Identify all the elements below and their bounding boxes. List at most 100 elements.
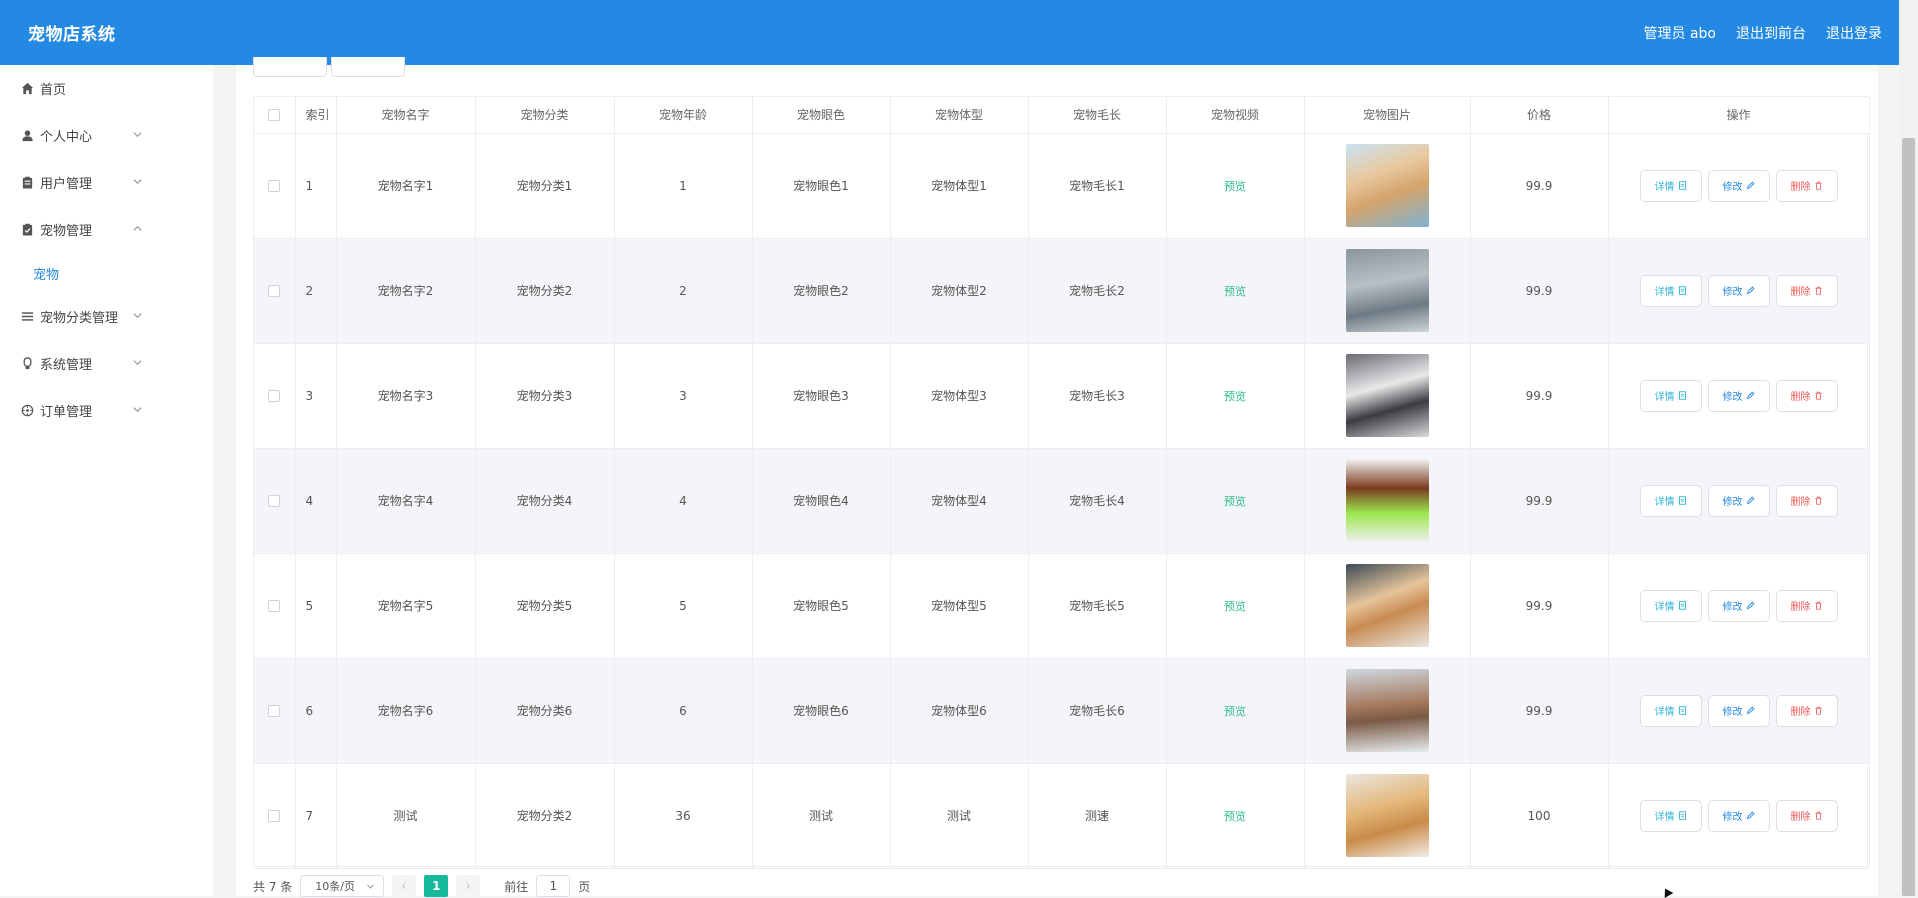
edit-button[interactable]: 修改 — [1707, 694, 1770, 727]
row-checkbox[interactable] — [268, 810, 281, 822]
sidebar-item-orders[interactable]: 订单管理 — [0, 387, 213, 434]
sidebar-item-system[interactable]: 系统管理 — [0, 340, 213, 387]
cell-name: 宠物名字4 — [336, 448, 476, 554]
video-preview-link[interactable]: 预览 — [1224, 600, 1246, 613]
detail-button[interactable]: 详情 — [1639, 379, 1702, 412]
cat-figurine-image[interactable] — [1345, 144, 1429, 227]
row-select-cell[interactable] — [254, 238, 296, 344]
detail-button[interactable]: 详情 — [1639, 169, 1702, 202]
cell-age: 4 — [614, 448, 753, 554]
page-number-current[interactable]: 1 — [424, 875, 449, 897]
edit-button[interactable]: 修改 — [1707, 484, 1770, 517]
edit-button-label: 修改 — [1722, 287, 1743, 298]
select-all-checkbox[interactable] — [268, 109, 281, 122]
cell-price: 99.9 — [1470, 553, 1609, 659]
video-preview-link[interactable]: 预览 — [1224, 180, 1246, 193]
toolbar-button-partial-1[interactable] — [253, 57, 327, 77]
toolbar-button-partial-2[interactable] — [331, 57, 405, 77]
sidebar-item-pets[interactable]: 宠物管理 — [0, 206, 213, 253]
pagination: 共 7 条 10条/页 1 前往 1 页 — [253, 875, 590, 897]
prev-page-button[interactable] — [392, 875, 417, 897]
column-header-video: 宠物视频 — [1166, 97, 1305, 134]
cell-age: 2 — [614, 238, 753, 344]
cell-name: 宠物名字2 — [336, 238, 476, 344]
tag-icon — [20, 357, 34, 371]
goto-page-input[interactable]: 1 — [536, 875, 571, 897]
sidebar-item-label: 个人中心 — [40, 130, 93, 145]
delete-button[interactable]: 删除 — [1775, 169, 1838, 202]
column-header-image: 宠物图片 — [1304, 97, 1471, 134]
delete-button[interactable]: 删除 — [1775, 379, 1838, 412]
row-select-cell[interactable] — [254, 343, 296, 449]
clipboard-icon — [20, 176, 34, 190]
row-select-cell[interactable] — [254, 763, 296, 869]
row-select-cell[interactable] — [254, 448, 296, 554]
back-to-front-link[interactable]: 退出到前台 — [1736, 23, 1806, 43]
cell-name: 测试 — [336, 763, 476, 869]
video-preview-link[interactable]: 预览 — [1224, 495, 1246, 508]
two-cats-image[interactable] — [1345, 564, 1429, 647]
husky-image[interactable] — [1345, 354, 1429, 437]
delete-button[interactable]: 删除 — [1775, 799, 1838, 832]
page-size-select[interactable]: 10条/页 — [300, 875, 385, 897]
detail-button[interactable]: 详情 — [1639, 274, 1702, 307]
sidebar-item-personal[interactable]: 个人中心 — [0, 112, 213, 159]
page-scrollbar-thumb[interactable] — [1902, 138, 1915, 896]
logout-link[interactable]: 退出登录 — [1826, 23, 1882, 43]
detail-button[interactable]: 详情 — [1639, 589, 1702, 622]
row-checkbox[interactable] — [268, 600, 281, 612]
row-checkbox[interactable] — [268, 705, 281, 717]
row-checkbox[interactable] — [268, 390, 281, 402]
delete-button[interactable]: 删除 — [1775, 694, 1838, 727]
user-icon — [20, 129, 34, 143]
sidebar-item-pet-category[interactable]: 宠物分类管理 — [0, 293, 213, 340]
cell-eye: 宠物眼色4 — [752, 448, 891, 554]
edit-button[interactable]: 修改 — [1707, 799, 1770, 832]
cell-image — [1304, 553, 1471, 659]
cell-index: 3 — [295, 343, 337, 449]
video-preview-link[interactable]: 预览 — [1224, 810, 1246, 823]
row-select-cell[interactable] — [254, 133, 296, 239]
video-preview-link[interactable]: 预览 — [1224, 285, 1246, 298]
delete-button[interactable]: 删除 — [1775, 589, 1838, 622]
user-label[interactable]: 管理员 abo — [1644, 23, 1716, 43]
poodle-image[interactable] — [1345, 459, 1429, 542]
delete-button[interactable]: 删除 — [1775, 484, 1838, 517]
golden-retriever-image[interactable] — [1345, 774, 1429, 857]
trash-icon — [1815, 706, 1821, 715]
clipboard-icon — [20, 223, 34, 237]
edit-button[interactable]: 修改 — [1707, 169, 1770, 202]
row-checkbox[interactable] — [268, 495, 281, 507]
chevron-down-icon — [133, 179, 142, 185]
sidebar-item-home[interactable]: 首页 — [0, 65, 213, 112]
gray-cat-image[interactable] — [1345, 249, 1429, 332]
cell-actions: 详情 修改 删除 — [1608, 238, 1870, 344]
detail-button[interactable]: 详情 — [1639, 694, 1702, 727]
pencil-icon — [1746, 706, 1755, 715]
edit-button[interactable]: 修改 — [1707, 379, 1770, 412]
cell-category: 宠物分类1 — [475, 133, 615, 239]
edit-button-label: 修改 — [1722, 707, 1743, 718]
select-all-header[interactable] — [254, 97, 296, 134]
shiba-image[interactable] — [1345, 669, 1429, 752]
row-checkbox[interactable] — [268, 285, 281, 297]
detail-button[interactable]: 详情 — [1639, 799, 1702, 832]
row-select-cell[interactable] — [254, 553, 296, 659]
next-page-button[interactable] — [456, 875, 481, 897]
cell-price: 100 — [1470, 763, 1609, 869]
sidebar-subitem-pet[interactable]: 宠物 — [0, 253, 213, 293]
sidebar-item-users[interactable]: 用户管理 — [0, 159, 213, 206]
edit-button[interactable]: 修改 — [1707, 274, 1770, 307]
row-checkbox[interactable] — [268, 180, 281, 192]
edit-button-label: 修改 — [1722, 602, 1743, 613]
detail-button-label: 详情 — [1654, 287, 1675, 298]
row-select-cell[interactable] — [254, 658, 296, 764]
detail-button[interactable]: 详情 — [1639, 484, 1702, 517]
edit-button[interactable]: 修改 — [1707, 589, 1770, 622]
delete-button[interactable]: 删除 — [1775, 274, 1838, 307]
cell-category: 宠物分类2 — [475, 763, 615, 869]
video-preview-link[interactable]: 预览 — [1224, 390, 1246, 403]
video-preview-link[interactable]: 预览 — [1224, 705, 1246, 718]
toolbar-buttons-partial — [253, 57, 405, 77]
total-count: 共 7 条 — [253, 879, 293, 894]
